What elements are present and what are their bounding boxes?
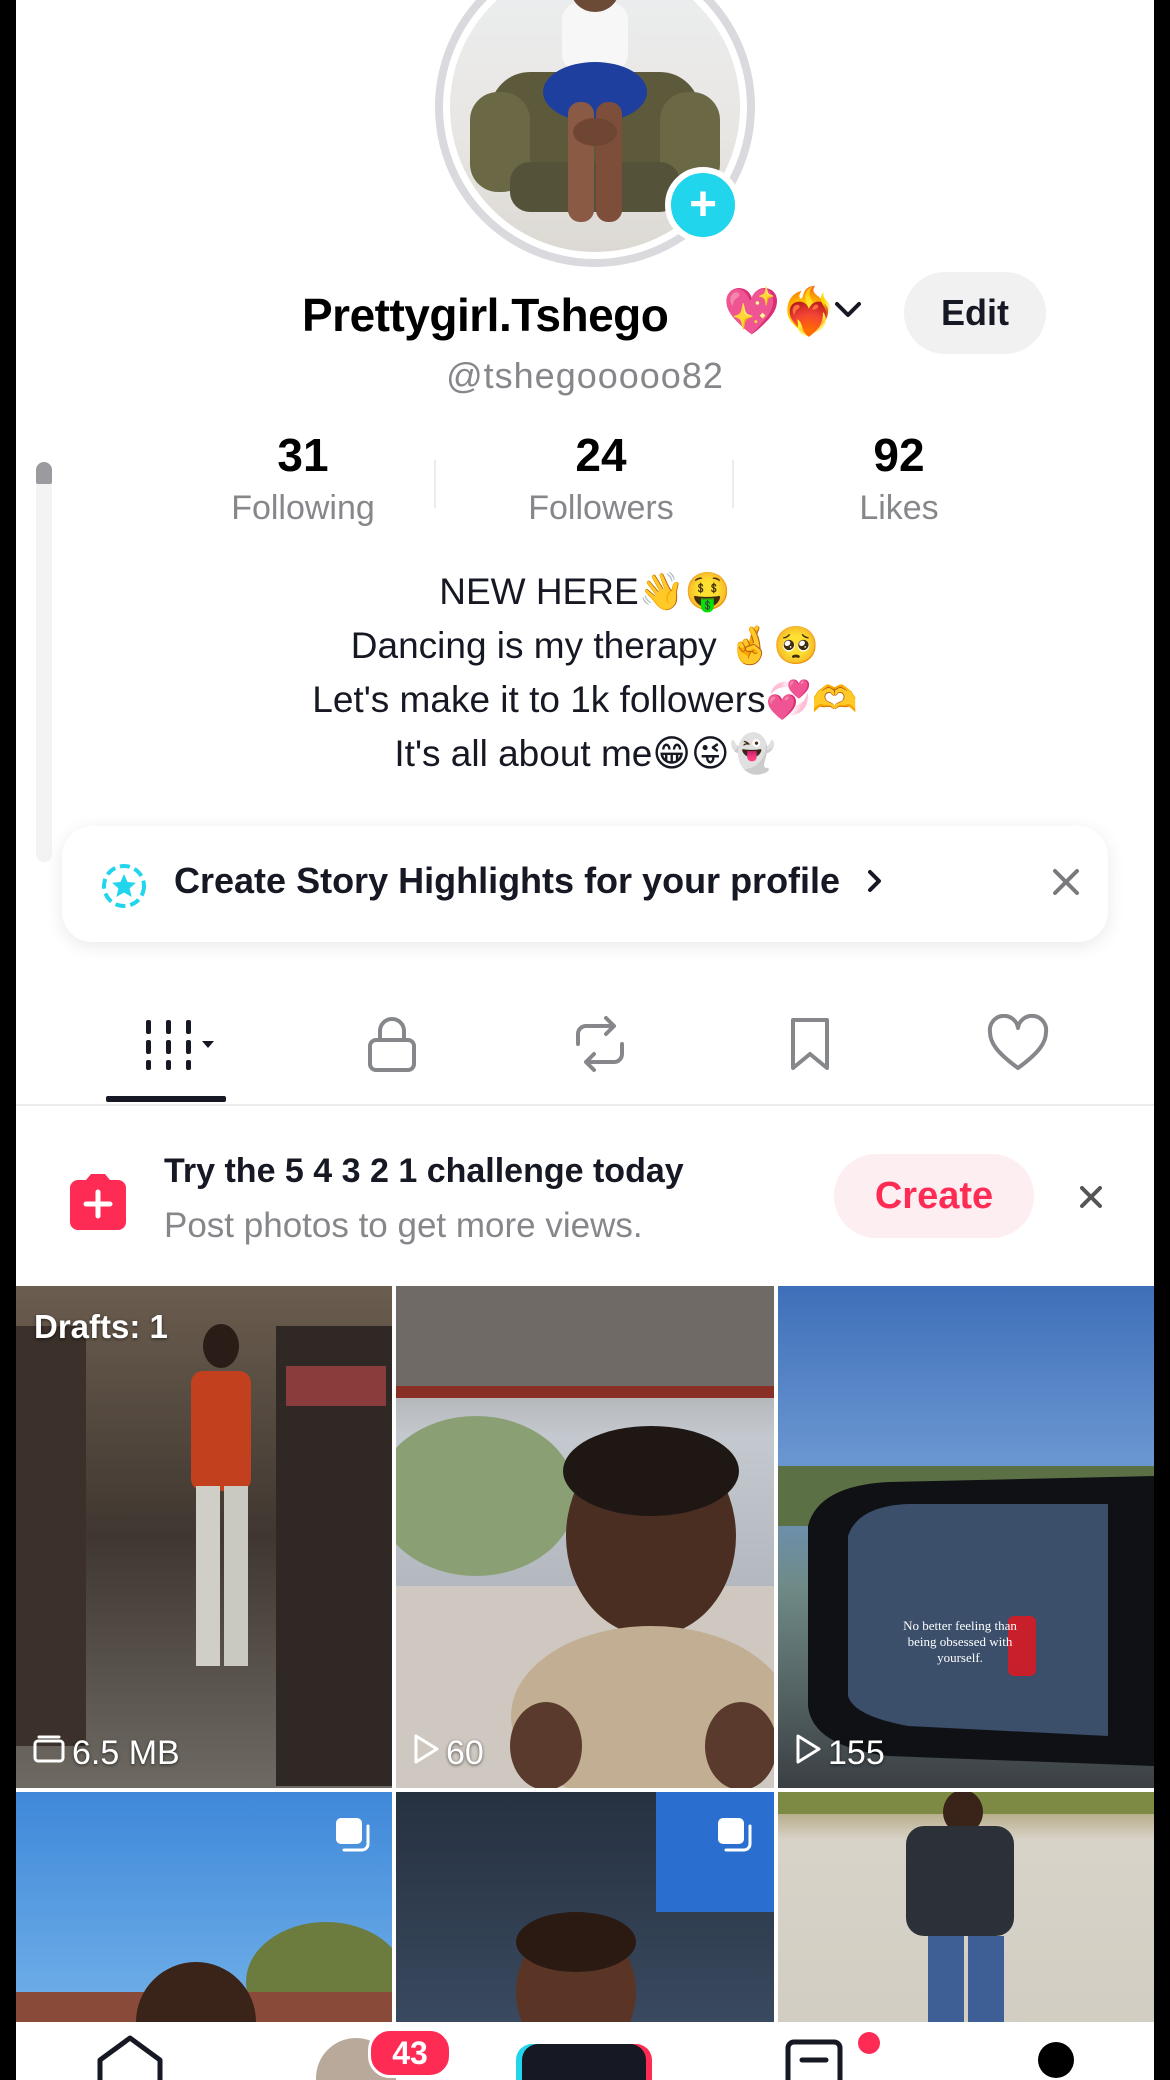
profile-stats: 31 Following 24 Followers 92 Likes [16,430,1154,540]
photo-thumbnail [778,1792,1154,2032]
video-thumbnail [396,1286,774,1788]
bottom-navigation [16,2022,1154,2080]
photo-tile[interactable] [778,1792,1154,2032]
bio-line: NEW HERE👋🤑 [439,571,731,612]
following-count: 31 [277,429,329,481]
play-icon [794,1733,822,1774]
stat-likes[interactable]: 92 Likes [769,430,1029,528]
tab-private[interactable] [342,1006,442,1086]
repost-icon [568,1014,632,1079]
likes-count: 92 [873,429,925,481]
star-badge-icon [100,862,148,915]
stat-divider [434,460,436,508]
video-thumbnail [778,1466,1154,1766]
followers-label: Followers [528,488,674,527]
close-icon[interactable] [1046,862,1086,907]
profile-icon[interactable] [1038,2042,1074,2078]
lock-icon [364,1014,420,1079]
edit-profile-button[interactable]: Edit [904,272,1046,354]
profile-screen: + Prettygirl.Tshego 💖❤️‍🔥 Edit @tshegooo… [16,0,1154,2080]
draft-thumbnail [16,1324,392,1786]
inbox-notification-dot [858,2032,880,2054]
display-name: Prettygirl.Tshego [302,289,669,341]
video-tile-draft[interactable]: Drafts: 1 6.5 MB [16,1286,392,1788]
following-label: Following [231,488,375,527]
avatar[interactable]: + [420,0,770,282]
chevron-right-icon [850,860,890,901]
photo-tile[interactable] [16,1792,392,2032]
photo-carousel-icon [714,1814,756,1859]
likes-label: Likes [859,488,939,527]
home-icon[interactable] [92,2034,168,2080]
tab-liked[interactable] [968,1006,1068,1086]
tab-reposts[interactable] [550,1006,650,1086]
stat-following[interactable]: 31 Following [173,430,433,528]
story-highlights-banner[interactable]: Create Story Highlights for your profile [62,826,1108,942]
inbox-icon[interactable] [784,2036,844,2080]
username-handle: @tshegooooo82 [446,355,724,396]
challenge-subtitle: Post photos to get more views. [164,1206,643,1245]
photo-tile[interactable] [396,1792,774,2032]
tab-videos-grid[interactable] [128,1006,238,1086]
bio: NEW HERE👋🤑 Dancing is my therapy 🤞🥺 Let'… [16,565,1154,781]
storage-icon [32,1733,66,1774]
active-tab-indicator [106,1096,226,1102]
grid-icon [138,1014,228,1079]
view-count: 60 [446,1734,484,1772]
add-story-button[interactable]: + [665,167,741,243]
highlights-text: Create Story Highlights for your profile [174,860,841,901]
scroll-indicator[interactable] [36,462,52,862]
bio-line: It's all about me😁😜👻 [394,733,776,774]
play-icon [412,1733,440,1774]
video-tile[interactable]: No better feeling than being obsessed wi… [778,1286,1154,1788]
name-row: Prettygirl.Tshego 💖❤️‍🔥 Edit [16,270,1154,360]
challenge-title: Try the 5 4 3 2 1 challenge today [164,1152,684,1190]
video-tile[interactable]: 60 [396,1286,774,1788]
camera-plus-icon [64,1170,132,1239]
heart-icon [986,1013,1050,1079]
followers-count: 24 [575,429,627,481]
draft-size: 6.5 MB [72,1734,180,1772]
bookmark-icon [785,1014,835,1079]
challenge-banner: Try the 5 4 3 2 1 challenge today Post p… [16,1120,1154,1270]
photo-carousel-icon [332,1814,374,1859]
view-count: 155 [828,1734,885,1772]
tab-saved[interactable] [760,1006,860,1086]
chevron-down-icon[interactable] [828,290,868,335]
profile-tabs [16,1000,1154,1106]
drafts-count: Drafts: 1 [34,1308,168,1345]
video-caption: No better feeling than being obsessed wi… [903,1618,1017,1665]
stat-followers[interactable]: 24 Followers [471,430,731,528]
stat-divider [732,460,734,508]
create-video-button[interactable] [522,2044,646,2080]
create-button[interactable]: Create [834,1154,1034,1238]
bio-line: Let's make it to 1k followers💞🫶 [312,679,858,720]
close-icon[interactable] [1074,1180,1108,1219]
name-emojis: 💖❤️‍🔥 [723,285,838,337]
notification-badge: 43 [368,2028,452,2078]
bio-line: Dancing is my therapy 🤞🥺 [350,625,820,666]
